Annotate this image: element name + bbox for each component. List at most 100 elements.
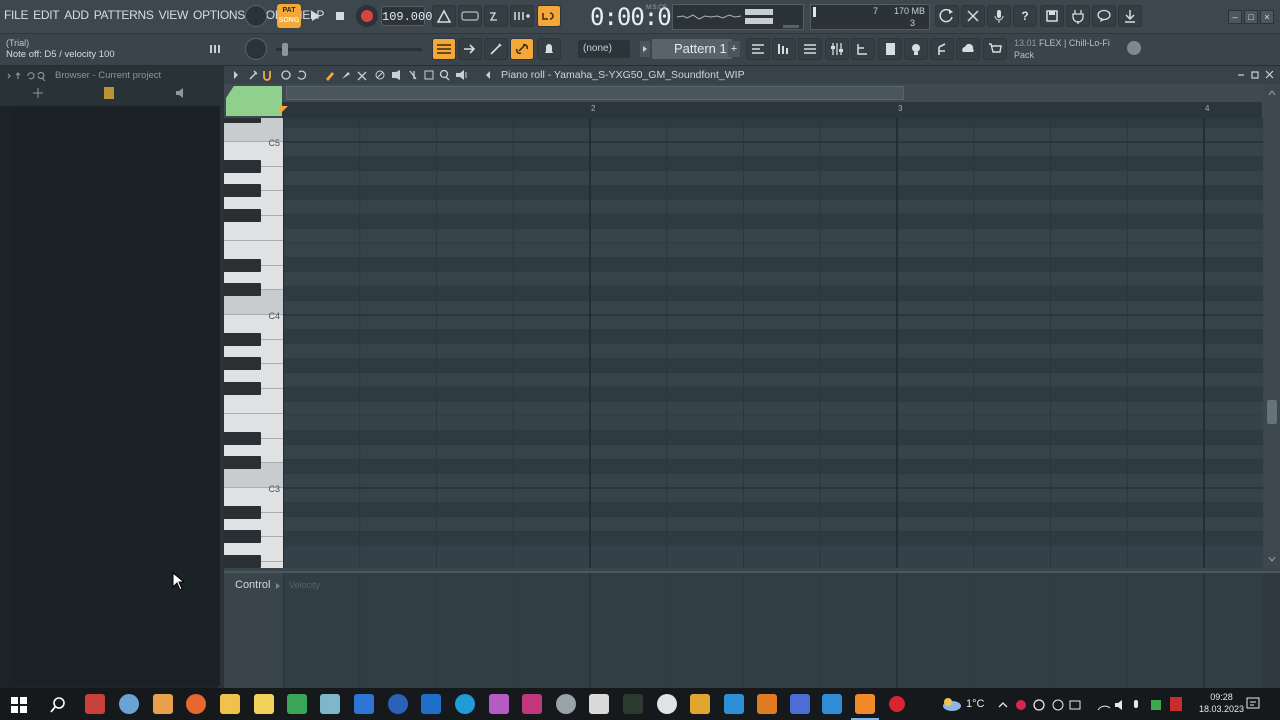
black-key[interactable] (224, 431, 261, 445)
undo-history-button[interactable] (935, 5, 959, 27)
pattern-selector[interactable]: Pattern 1 (652, 39, 732, 59)
file-explorer-icon[interactable] (220, 694, 240, 714)
taskbar-app-icon[interactable] (421, 694, 441, 714)
taskbar-app-icon[interactable] (287, 694, 307, 714)
edge-icon[interactable] (455, 694, 475, 714)
menu-patterns[interactable]: PATTERNS (94, 8, 154, 22)
loop-record-button[interactable] (537, 5, 561, 27)
shop-button[interactable] (983, 38, 1007, 60)
piano-roll-title[interactable]: Piano roll - Yamaha_S-YXG50_GM_Soundfont… (501, 69, 745, 81)
piano-keyboard[interactable]: C5 C4 C3 (224, 118, 283, 568)
taskbar-app-icon[interactable] (354, 694, 374, 714)
chat-button[interactable] (1092, 5, 1116, 27)
slider-handle[interactable] (282, 43, 288, 56)
cut-tools-button[interactable] (961, 5, 985, 27)
weather-icon[interactable] (940, 696, 962, 712)
menu-file[interactable]: FILE (4, 8, 28, 22)
browser-title[interactable]: Browser - Current project (55, 70, 161, 81)
menu-edit[interactable]: EDIT (33, 8, 59, 22)
horizontal-scrollbar[interactable] (286, 86, 904, 100)
metronome-button[interactable] (432, 5, 456, 27)
black-key[interactable] (224, 357, 261, 371)
taskbar-app-icon[interactable] (388, 694, 408, 714)
play-button[interactable] (305, 6, 325, 26)
fl-studio-taskbar-icon[interactable] (855, 694, 875, 714)
taskbar-app-icon[interactable] (822, 694, 842, 714)
taskbar-clock[interactable]: 09:28 18.03.2023 (1199, 691, 1244, 715)
browser-collapse-icon[interactable] (32, 87, 44, 99)
link-button[interactable] (510, 38, 534, 60)
taskbar-app-icon[interactable] (254, 694, 274, 714)
plugin-picker-button[interactable] (851, 38, 875, 60)
tempo-display[interactable]: 109.000 (381, 6, 432, 26)
audio-input-button[interactable] (987, 5, 1011, 27)
scroll-down-icon[interactable] (1267, 554, 1277, 564)
taskbar-app-icon[interactable] (589, 694, 609, 714)
control-arrow-icon[interactable] (275, 582, 281, 590)
save-button[interactable] (1040, 5, 1064, 27)
taskbar-app-icon[interactable] (657, 694, 677, 714)
typing-keyboard-button[interactable] (537, 38, 561, 60)
taskbar-app-icon[interactable] (522, 694, 542, 714)
black-key[interactable] (224, 118, 261, 124)
taskbar-app-icon[interactable] (790, 694, 810, 714)
pattern-prev-button[interactable] (640, 41, 650, 57)
record-app-icon[interactable] (889, 696, 905, 712)
project-browser-button[interactable] (878, 38, 902, 60)
vertical-scroll-thumb[interactable] (1267, 400, 1277, 424)
start-button[interactable] (11, 697, 27, 713)
globe-icon[interactable] (1127, 41, 1141, 55)
help-button[interactable]: ? (1013, 5, 1037, 27)
taskbar-app-icon[interactable] (623, 694, 643, 714)
system-tray[interactable] (997, 698, 1167, 712)
black-key[interactable] (224, 283, 261, 297)
maximize-button[interactable]: □ (1244, 10, 1258, 24)
news-panel[interactable]: 13.01 FLEX | Chill-Lo-Fi Pack (1014, 37, 1124, 61)
wait-input-button[interactable] (458, 5, 482, 27)
piano-roll-tools[interactable] (232, 69, 492, 81)
menu-options[interactable]: OPTIONS (193, 8, 245, 22)
taskbar-app-icon[interactable] (724, 694, 744, 714)
control-label[interactable]: Control (235, 579, 270, 591)
keyboard-corner[interactable] (226, 86, 282, 116)
touch-controller-button[interactable] (930, 38, 954, 60)
channel-rack-button[interactable] (772, 38, 796, 60)
snap-forward-button[interactable] (458, 38, 482, 60)
temperature[interactable]: 1°C (966, 698, 984, 710)
taskbar-app-icon[interactable] (320, 694, 340, 714)
black-key[interactable] (224, 456, 261, 470)
black-key[interactable] (224, 159, 261, 173)
taskbar-app-icon[interactable] (153, 694, 173, 714)
black-key[interactable] (224, 184, 261, 198)
countdown-button[interactable] (484, 5, 508, 27)
piano-roll-window-controls[interactable] (1236, 69, 1276, 81)
menu-add[interactable]: ADD (64, 8, 89, 22)
vertical-scrollbar[interactable] (1264, 86, 1280, 568)
fl-cloud-button[interactable] (956, 38, 980, 60)
black-key[interactable] (224, 332, 261, 346)
black-key[interactable] (224, 382, 261, 396)
speaker-icon[interactable] (174, 87, 188, 99)
master-volume-knob[interactable] (245, 5, 267, 27)
taskbar-app-icon[interactable] (556, 694, 576, 714)
minimize-button[interactable]: – (1228, 10, 1242, 24)
song-time[interactable]: 0:00:00 (590, 3, 685, 31)
scroll-up-icon[interactable] (1267, 88, 1277, 98)
master-pitch-knob[interactable] (245, 38, 267, 60)
black-key[interactable] (224, 258, 261, 272)
black-key[interactable] (224, 505, 261, 519)
piano-roll-view-button[interactable] (746, 38, 770, 60)
draw-mode-button[interactable] (484, 38, 508, 60)
search-button[interactable] (49, 696, 67, 714)
close-button[interactable]: × (1260, 10, 1274, 24)
black-key[interactable] (224, 555, 261, 568)
pat-song-toggle[interactable]: PAT SONG (277, 4, 301, 28)
download-button[interactable] (1118, 5, 1142, 27)
firefox-icon[interactable] (186, 694, 206, 714)
master-pitch-slider[interactable] (276, 43, 422, 56)
taskbar-app-icon[interactable] (690, 694, 710, 714)
plugin-database-button[interactable] (904, 38, 928, 60)
stop-button[interactable] (330, 6, 350, 26)
taskbar-app-icon[interactable] (489, 694, 509, 714)
black-key[interactable] (224, 530, 261, 544)
